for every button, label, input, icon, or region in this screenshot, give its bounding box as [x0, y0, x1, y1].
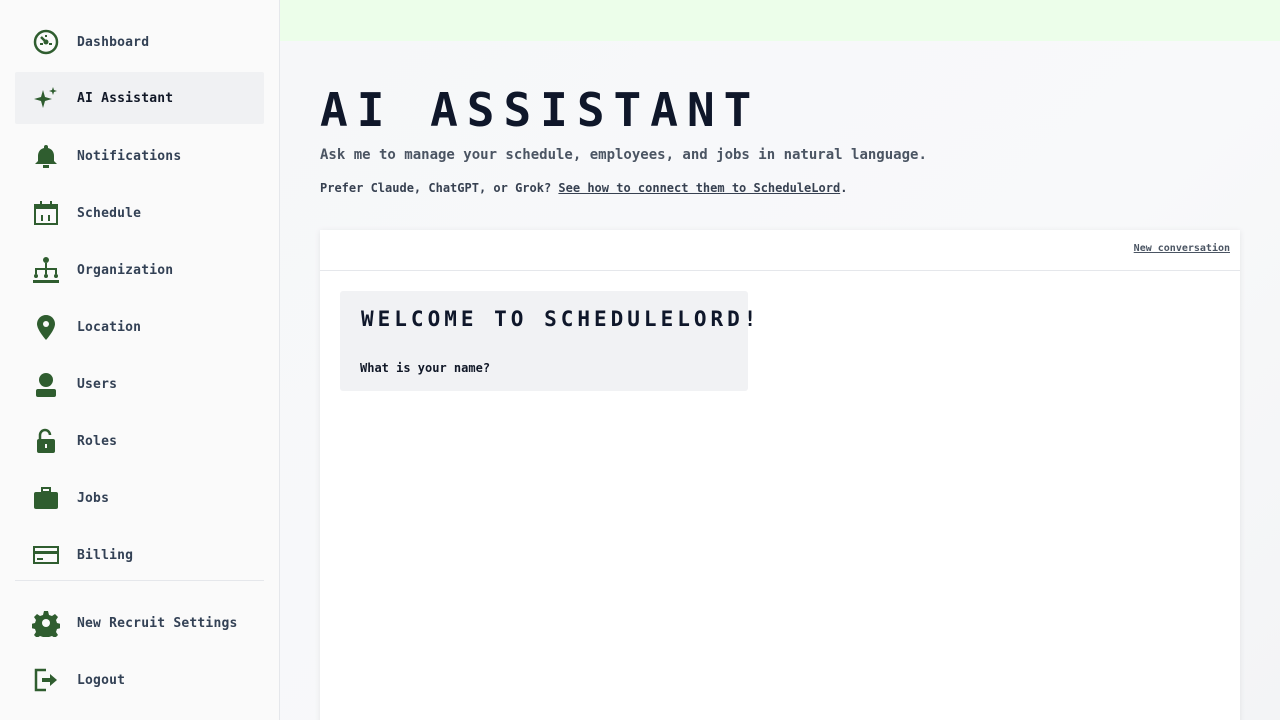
- sidebar: Dashboard AI Assistant Notifications Sch…: [0, 0, 280, 720]
- sidebar-item-label: Jobs: [77, 490, 110, 506]
- org-chart-icon: [30, 256, 62, 284]
- gear-icon: [30, 609, 62, 637]
- lock-icon: [30, 427, 62, 455]
- sidebar-item-notifications[interactable]: Notifications: [15, 130, 264, 182]
- sidebar-item-new-recruit-settings[interactable]: New Recruit Settings: [15, 597, 264, 649]
- sidebar-item-label: Logout: [77, 672, 126, 688]
- sidebar-item-organization[interactable]: Organization: [15, 244, 264, 296]
- sidebar-item-label: Billing: [77, 547, 134, 563]
- sidebar-item-label: AI Assistant: [77, 90, 174, 106]
- page-title: AI Assistant: [320, 83, 761, 137]
- sidebar-divider: [15, 580, 264, 581]
- sidebar-item-roles[interactable]: Roles: [15, 415, 264, 467]
- message-title: Welcome to ScheduleLord!: [361, 307, 761, 331]
- connect-guide-link[interactable]: See how to connect them to ScheduleLord: [558, 181, 840, 195]
- chat-panel: New conversation Welcome to ScheduleLord…: [320, 230, 1240, 720]
- sparkle-icon: [30, 84, 62, 112]
- sidebar-item-location[interactable]: Location: [15, 301, 264, 353]
- briefcase-icon: [30, 484, 62, 512]
- sidebar-item-label: Organization: [77, 262, 174, 278]
- calendar-icon: [30, 199, 62, 227]
- sidebar-item-label: New Recruit Settings: [77, 615, 238, 631]
- new-conversation-button[interactable]: New conversation: [1134, 243, 1230, 254]
- connect-hint-suffix: .: [840, 181, 848, 195]
- location-pin-icon: [30, 313, 62, 341]
- main-content: AI Assistant Ask me to manage your sched…: [280, 41, 1280, 720]
- assistant-message: Welcome to ScheduleLord! What is your na…: [340, 291, 756, 391]
- chat-header: New conversation: [320, 230, 1240, 271]
- connect-hint-text: Prefer Claude, ChatGPT, or Grok?: [320, 181, 559, 195]
- connect-hint: Prefer Claude, ChatGPT, or Grok? See how…: [320, 181, 847, 195]
- sidebar-item-label: Location: [77, 319, 142, 335]
- sidebar-item-ai-assistant[interactable]: AI Assistant: [15, 72, 264, 124]
- sidebar-item-users[interactable]: Users: [15, 358, 264, 410]
- logout-icon: [30, 666, 62, 694]
- sidebar-item-billing[interactable]: Billing: [15, 529, 264, 581]
- top-banner: [280, 0, 1280, 41]
- sidebar-item-label: Notifications: [77, 148, 182, 164]
- sidebar-item-dashboard[interactable]: Dashboard: [15, 16, 264, 68]
- sidebar-item-logout[interactable]: Logout: [15, 654, 264, 706]
- dashboard-icon: [30, 28, 62, 56]
- sidebar-item-label: Dashboard: [77, 34, 150, 50]
- user-icon: [30, 370, 62, 398]
- credit-card-icon: [30, 541, 62, 569]
- page-subtitle: Ask me to manage your schedule, employee…: [320, 147, 927, 163]
- sidebar-item-label: Schedule: [77, 205, 142, 221]
- message-text: What is your name?: [360, 361, 491, 375]
- sidebar-item-label: Users: [77, 376, 118, 392]
- sidebar-item-jobs[interactable]: Jobs: [15, 472, 264, 524]
- sidebar-item-label: Roles: [77, 433, 118, 449]
- bell-icon: [30, 142, 62, 170]
- sidebar-item-schedule[interactable]: Schedule: [15, 187, 264, 239]
